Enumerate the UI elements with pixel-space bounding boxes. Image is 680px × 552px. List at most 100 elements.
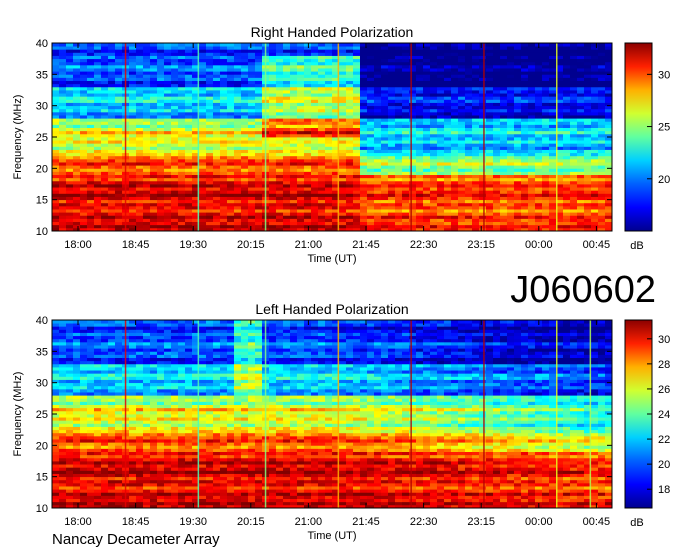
heatmap-cell xyxy=(241,155,249,160)
heatmap-cell xyxy=(353,171,361,175)
heatmap-cell xyxy=(178,221,186,226)
heatmap-cell xyxy=(94,165,102,169)
heatmap-cell xyxy=(52,215,60,219)
heatmap-cell xyxy=(80,137,88,141)
heatmap-cell xyxy=(234,187,242,191)
heatmap-cell xyxy=(297,102,305,107)
heatmap-cell xyxy=(143,77,151,81)
heatmap-cell xyxy=(430,196,438,201)
heatmap-cell xyxy=(388,190,396,194)
heatmap-cell xyxy=(402,68,410,72)
heatmap-cell xyxy=(409,61,417,66)
heatmap-cell xyxy=(479,83,487,88)
heatmap-cell xyxy=(157,74,165,78)
heatmap-cell xyxy=(563,86,571,91)
heatmap-cell xyxy=(395,143,403,147)
heatmap-cell xyxy=(381,146,389,150)
heatmap-cell xyxy=(101,224,109,229)
heatmap-cell xyxy=(108,64,116,69)
heatmap-cell xyxy=(178,137,186,141)
heatmap-cell xyxy=(549,187,557,191)
heatmap-cell xyxy=(206,224,214,229)
heatmap-cell xyxy=(563,221,571,226)
heatmap-cell xyxy=(87,93,95,97)
heatmap-cell xyxy=(353,174,361,179)
heatmap-cell xyxy=(346,99,354,103)
heatmap-cell xyxy=(542,171,550,175)
heatmap-cell xyxy=(521,199,529,204)
heatmap-cell xyxy=(486,43,494,47)
heatmap-cell xyxy=(101,143,109,147)
heatmap-cell xyxy=(185,180,193,185)
heatmap-cell xyxy=(87,202,95,207)
heatmap-cell xyxy=(157,86,165,91)
heatmap-cell xyxy=(563,43,571,47)
heatmap-cell xyxy=(598,49,606,53)
heatmap-cell xyxy=(73,77,81,81)
heatmap-cell xyxy=(325,61,333,66)
heatmap-cell xyxy=(115,83,123,88)
heatmap-cell xyxy=(514,221,522,226)
heatmap-cell xyxy=(479,196,487,201)
heatmap-cell xyxy=(535,171,543,175)
heatmap-cell xyxy=(563,143,571,147)
heatmap-cell xyxy=(451,174,459,179)
heatmap-cell xyxy=(507,205,515,210)
heatmap-cell xyxy=(59,149,67,154)
heatmap-cell xyxy=(465,146,473,150)
heatmap-cell xyxy=(297,146,305,150)
heatmap-cell xyxy=(535,102,543,107)
heatmap-cell xyxy=(234,202,242,207)
heatmap-cell xyxy=(234,190,242,194)
heatmap-cell xyxy=(136,102,144,107)
heatmap-cell xyxy=(500,218,508,222)
heatmap-cell xyxy=(143,174,151,179)
heatmap-cell xyxy=(220,43,228,47)
heatmap-cell xyxy=(521,96,529,100)
heatmap-cell xyxy=(269,108,277,113)
heatmap-cell xyxy=(304,71,312,75)
heatmap-cell xyxy=(570,184,578,188)
heatmap-cell xyxy=(395,165,403,169)
heatmap-cell xyxy=(402,212,410,216)
heatmap-cell xyxy=(164,199,172,204)
heatmap-cell xyxy=(206,209,214,213)
heatmap-cell xyxy=(87,111,95,116)
heatmap-cell xyxy=(59,118,67,122)
heatmap-cell xyxy=(143,212,151,216)
heatmap-cell xyxy=(59,370,67,374)
heatmap-cell xyxy=(507,96,515,100)
heatmap-cell xyxy=(570,224,578,229)
heatmap-cell xyxy=(255,199,263,204)
heatmap-cell xyxy=(94,118,102,122)
heatmap-cell xyxy=(318,180,326,185)
heatmap-cell xyxy=(220,184,228,188)
heatmap-cell xyxy=(444,80,452,85)
heatmap-cell xyxy=(472,130,480,135)
heatmap-cell xyxy=(444,55,452,60)
heatmap-cell xyxy=(227,137,235,141)
heatmap-cell xyxy=(213,115,221,119)
heatmap-cell xyxy=(143,202,151,207)
heatmap-cell xyxy=(346,55,354,60)
heatmap-cell xyxy=(80,158,88,163)
heatmap-cell xyxy=(150,184,158,188)
heatmap-cell xyxy=(59,367,67,371)
heatmap-cell xyxy=(171,102,179,107)
heatmap-cell xyxy=(437,155,445,160)
heatmap-cell xyxy=(213,133,221,138)
heatmap-cell xyxy=(374,140,382,144)
heatmap-cell xyxy=(304,202,312,207)
heatmap-cell xyxy=(136,190,144,194)
heatmap-cell xyxy=(409,180,417,185)
heatmap-cell xyxy=(374,180,382,185)
heatmap-cell xyxy=(451,168,459,172)
heatmap-cell xyxy=(598,86,606,91)
heatmap-cell xyxy=(311,105,319,110)
heatmap-cell xyxy=(549,209,557,213)
heatmap-cell xyxy=(220,93,228,97)
heatmap-cell xyxy=(227,184,235,188)
heatmap-cell xyxy=(360,93,368,97)
heatmap-cell xyxy=(507,218,515,222)
heatmap-cell xyxy=(234,83,242,88)
